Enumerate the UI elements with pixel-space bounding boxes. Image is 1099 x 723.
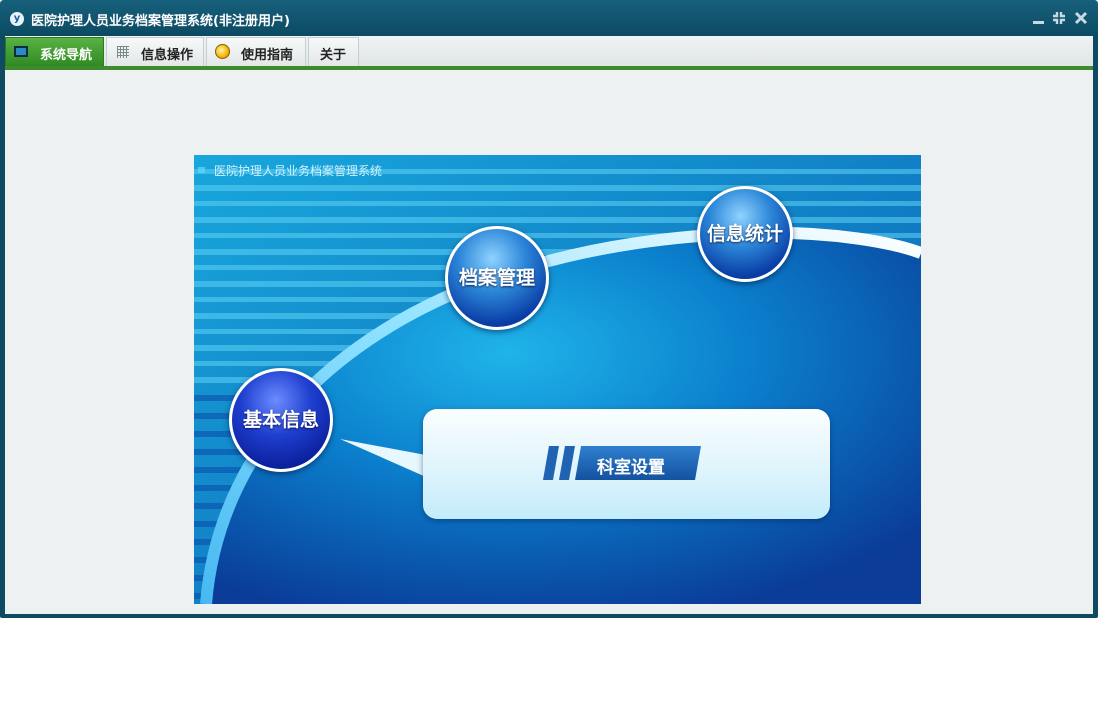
grid-icon xyxy=(117,46,129,58)
app-window: y 医院护理人员业务档案管理系统(非注册用户) 系统导航 信息操作 使用指南 关… xyxy=(0,0,1098,618)
tab-information-operations[interactable]: 信息操作 xyxy=(106,37,204,66)
monitor-icon xyxy=(14,46,28,57)
tab-label: 信息操作 xyxy=(141,48,194,63)
tab-label: 使用指南 xyxy=(241,48,294,63)
node-label: 基本信息 xyxy=(242,409,319,431)
node-label: 信息统计 xyxy=(706,223,783,245)
close-icon[interactable] xyxy=(1073,10,1089,26)
tab-user-guide[interactable]: 使用指南 xyxy=(206,37,306,66)
tab-label: 系统导航 xyxy=(40,48,93,63)
banner-title: 医院护理人员业务档案管理系统 xyxy=(214,164,383,178)
menu-toolbar: 系统导航 信息操作 使用指南 关于 xyxy=(5,36,1093,66)
tab-system-navigation[interactable]: 系统导航 xyxy=(5,37,104,66)
node-label: 档案管理 xyxy=(458,267,535,289)
button-label: 科室设置 xyxy=(597,458,665,478)
tab-label: 关于 xyxy=(320,48,347,63)
guide-icon xyxy=(215,44,230,59)
restore-icon[interactable] xyxy=(1051,10,1067,26)
title-bar[interactable]: y 医院护理人员业务档案管理系统(非注册用户) xyxy=(0,0,1098,36)
toolbar-divider xyxy=(5,66,1093,70)
minimize-icon[interactable] xyxy=(1031,10,1047,26)
app-logo-icon: y xyxy=(10,12,24,26)
navigation-banner: 医院护理人员业务档案管理系统 基本信息 档案管理 信息统计 科室设置 xyxy=(194,155,921,604)
window-title: 医院护理人员业务档案管理系统(非注册用户) xyxy=(31,14,290,29)
node-archive-management[interactable]: 档案管理 xyxy=(445,226,549,330)
node-basic-info[interactable]: 基本信息 xyxy=(229,368,333,472)
client-area: 系统导航 信息操作 使用指南 关于 医院护理人员业务档案管理系统 基本信息 档案… xyxy=(5,36,1093,614)
submenu-callout: 科室设置 xyxy=(423,409,830,519)
tab-about[interactable]: 关于 xyxy=(308,37,359,66)
department-settings-button[interactable]: 科室设置 xyxy=(543,446,701,480)
node-info-statistics[interactable]: 信息统计 xyxy=(697,186,793,282)
